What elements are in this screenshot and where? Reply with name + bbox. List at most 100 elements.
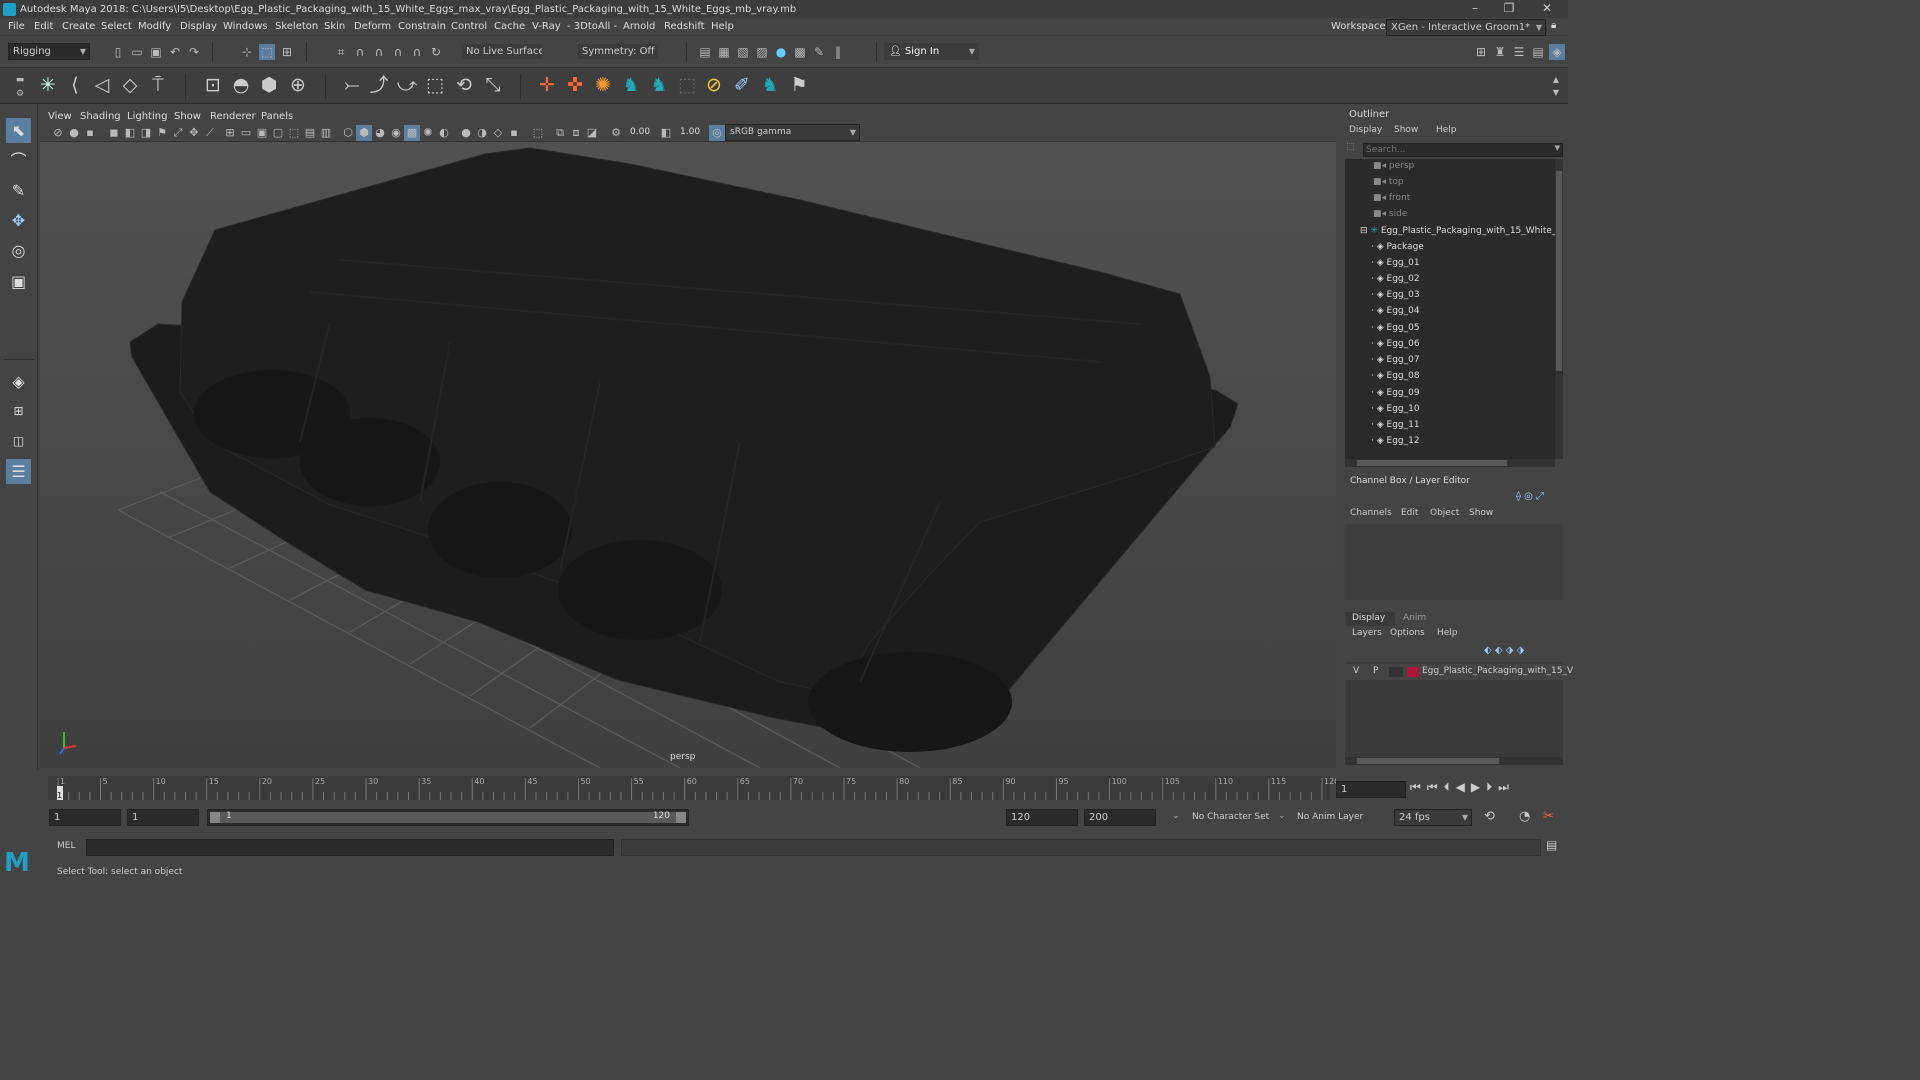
field-chart-icon[interactable]: ⚑ bbox=[154, 125, 170, 141]
lasso-tool-icon[interactable]: ⌒ bbox=[6, 148, 31, 173]
isolate-select-icon[interactable]: ▪ bbox=[506, 125, 522, 141]
outliner-item-egg-11[interactable]: · ◈ Egg_11 bbox=[1371, 420, 1420, 436]
ik-spline-icon[interactable]: ⤴ bbox=[366, 72, 392, 98]
flat-shade-icon[interactable]: ▤ bbox=[302, 125, 318, 141]
paint-weights-icon[interactable]: ◓ bbox=[228, 72, 254, 98]
light-editor-icon[interactable]: ✎ bbox=[811, 44, 827, 60]
hik-icon[interactable]: ✺ bbox=[590, 72, 616, 98]
command-input[interactable] bbox=[86, 839, 614, 856]
outliner-menu-display[interactable]: Display bbox=[1349, 125, 1382, 135]
menu-cache[interactable]: Cache bbox=[494, 21, 525, 32]
menu-3dtoall[interactable]: - 3DtoAll - bbox=[567, 21, 617, 32]
cluster-icon[interactable]: ⊕ bbox=[285, 72, 311, 98]
menu-create[interactable]: Create bbox=[62, 21, 95, 32]
single-perspective-icon[interactable]: ◈ bbox=[6, 369, 31, 394]
perspective-viewport[interactable]: persp bbox=[40, 142, 1336, 768]
layer-visibility-toggle[interactable]: V bbox=[1353, 666, 1359, 676]
channel-box-toggle-icon[interactable]: ◈ bbox=[1549, 44, 1565, 60]
select-component-icon[interactable]: ⊞ bbox=[279, 44, 295, 60]
range-slider[interactable]: 1 120 bbox=[207, 809, 689, 826]
outliner-item-egg-01[interactable]: · ◈ Egg_01 bbox=[1371, 258, 1420, 274]
menu-vray[interactable]: V-Ray bbox=[532, 21, 561, 32]
snap-grid-icon[interactable]: ⌗ bbox=[333, 44, 349, 60]
layer-playback-toggle[interactable]: P bbox=[1373, 666, 1378, 676]
time-slider[interactable]: 1 5 10 15 20 25 30 35 40 45 50 55 60 65 70 75 80 85 90 95 10… bbox=[40, 772, 1339, 802]
scene-end-field[interactable]: 200 bbox=[1084, 809, 1156, 826]
wrap-icon[interactable]: ⤡ bbox=[480, 72, 506, 98]
grid-toggle-icon[interactable]: ⊞ bbox=[222, 125, 238, 141]
safe-title-icon[interactable]: ✥ bbox=[186, 125, 202, 141]
bounding-box-icon[interactable]: ▥ bbox=[318, 125, 334, 141]
layer-action-icons[interactable]: ⬖ ⬖ ⬗ ⬗ bbox=[1484, 645, 1562, 657]
live-surface-field[interactable]: No Live Surface bbox=[461, 43, 543, 60]
symmetry-dropdown[interactable]: Symmetry: Off bbox=[577, 43, 659, 60]
menu-control[interactable]: Control bbox=[451, 21, 487, 32]
channelbox-menu-show[interactable]: Show bbox=[1469, 508, 1493, 518]
fps-dropdown[interactable]: 24 fps ▼ bbox=[1394, 809, 1472, 826]
layer-horizontal-scrollbar[interactable] bbox=[1345, 757, 1563, 765]
wireframe-icon[interactable]: ▢ bbox=[270, 125, 286, 141]
camera-attributes-icon[interactable]: ⊘ bbox=[50, 125, 66, 141]
wire-icon[interactable]: ⬚ bbox=[422, 72, 448, 98]
range-start-handle[interactable] bbox=[210, 812, 220, 823]
range-slider-handle[interactable]: 1 120 bbox=[210, 811, 686, 823]
outliner-item-side[interactable]: ■◂ side bbox=[1373, 209, 1407, 225]
auto-key-icon[interactable]: ◔ bbox=[1519, 809, 1530, 824]
menu-arnold[interactable]: Arnold bbox=[623, 21, 655, 32]
collapse-icon[interactable]: ⊟ bbox=[1360, 226, 1370, 236]
safe-action-icon[interactable]: ⤢ bbox=[170, 125, 186, 141]
layer-color-swatch[interactable] bbox=[1407, 667, 1419, 677]
layers-menu-layers[interactable]: Layers bbox=[1352, 628, 1382, 638]
character-icon[interactable]: ♞ bbox=[757, 72, 783, 98]
vp-menu-renderer[interactable]: Renderer bbox=[210, 111, 256, 122]
motion-blur-icon[interactable]: ● bbox=[458, 125, 474, 141]
outliner-menu-help[interactable]: Help bbox=[1436, 125, 1457, 135]
layer-type-toggle[interactable] bbox=[1389, 667, 1403, 677]
menu-deform[interactable]: Deform bbox=[354, 21, 391, 32]
outliner-item-front[interactable]: ■◂ front bbox=[1373, 193, 1410, 209]
vp-menu-view[interactable]: View bbox=[48, 111, 72, 122]
outliner-item-egg-04[interactable]: · ◈ Egg_04 bbox=[1371, 306, 1420, 322]
render-view-icon[interactable]: ▤ bbox=[697, 44, 713, 60]
layer-tab-display[interactable]: Display bbox=[1345, 612, 1395, 626]
human-ik-icon[interactable]: ♞ bbox=[646, 72, 672, 98]
menu-skin[interactable]: Skin bbox=[324, 21, 345, 32]
menu-constrain[interactable]: Constrain bbox=[398, 21, 446, 32]
ambient-occlusion-icon[interactable]: ◐ bbox=[436, 125, 452, 141]
step-back-key-icon[interactable]: ⏮ bbox=[1427, 780, 1444, 794]
workspace-dropdown[interactable]: XGen - Interactive Groom1* ▼ bbox=[1386, 19, 1546, 36]
minimize-button[interactable]: – bbox=[1458, 0, 1492, 18]
outliner-item-egg-06[interactable]: · ◈ Egg_06 bbox=[1371, 339, 1420, 355]
render-setup-icon[interactable]: ▩ bbox=[792, 44, 808, 60]
blend-shape-icon[interactable]: ⟲ bbox=[451, 72, 477, 98]
loop-icon[interactable]: ⟲ bbox=[1484, 809, 1495, 824]
isolate-icon[interactable]: ▣ bbox=[254, 125, 270, 141]
play-back-icon[interactable]: ◀ bbox=[1456, 780, 1471, 794]
outliner-item-egg-05[interactable]: · ◈ Egg_05 bbox=[1371, 323, 1420, 339]
depth-of-field-icon[interactable]: ◇ bbox=[490, 125, 506, 141]
channelbox-menu-object[interactable]: Object bbox=[1430, 508, 1459, 518]
channelbox-menu-edit[interactable]: Edit bbox=[1401, 508, 1418, 518]
menu-redshift[interactable]: Redshift bbox=[664, 21, 705, 32]
go-to-start-icon[interactable]: ⏮ bbox=[1410, 780, 1427, 794]
step-forward-frame-icon[interactable]: ⏵ bbox=[1486, 780, 1498, 794]
redo-icon[interactable]: ↷ bbox=[186, 44, 202, 60]
two-view-icon[interactable]: ◫ bbox=[6, 429, 31, 454]
four-view-icon[interactable]: ⊞ bbox=[6, 399, 31, 424]
scrollbar-thumb[interactable] bbox=[1357, 460, 1507, 466]
hypershade-icon[interactable]: ● bbox=[773, 44, 789, 60]
snap-curve-icon[interactable]: ∩ bbox=[352, 44, 368, 60]
resolution-gate-icon[interactable]: ◧ bbox=[122, 125, 138, 141]
layers-menu-options[interactable]: Options bbox=[1390, 628, 1425, 638]
ik-handle-icon[interactable]: ⤚ bbox=[339, 72, 365, 98]
layer-name[interactable]: Egg_Plastic_Packaging_with_15_V bbox=[1422, 666, 1573, 676]
menu-skeleton[interactable]: Skeleton bbox=[275, 21, 318, 32]
select-hierarchy-icon[interactable]: ⊹ bbox=[239, 44, 255, 60]
render-frame-icon[interactable]: ▦ bbox=[716, 44, 732, 60]
shelf-scroll-down-icon[interactable]: ▼ bbox=[1548, 85, 1564, 101]
menu-file[interactable]: File bbox=[8, 21, 25, 32]
layer-row[interactable]: V P Egg_Plastic_Packaging_with_15_V bbox=[1345, 664, 1573, 680]
image-plane-icon[interactable]: ▪ bbox=[82, 125, 98, 141]
outliner-vertical-scrollbar[interactable] bbox=[1555, 159, 1563, 459]
gamma-icon[interactable]: ◧ bbox=[658, 125, 674, 141]
